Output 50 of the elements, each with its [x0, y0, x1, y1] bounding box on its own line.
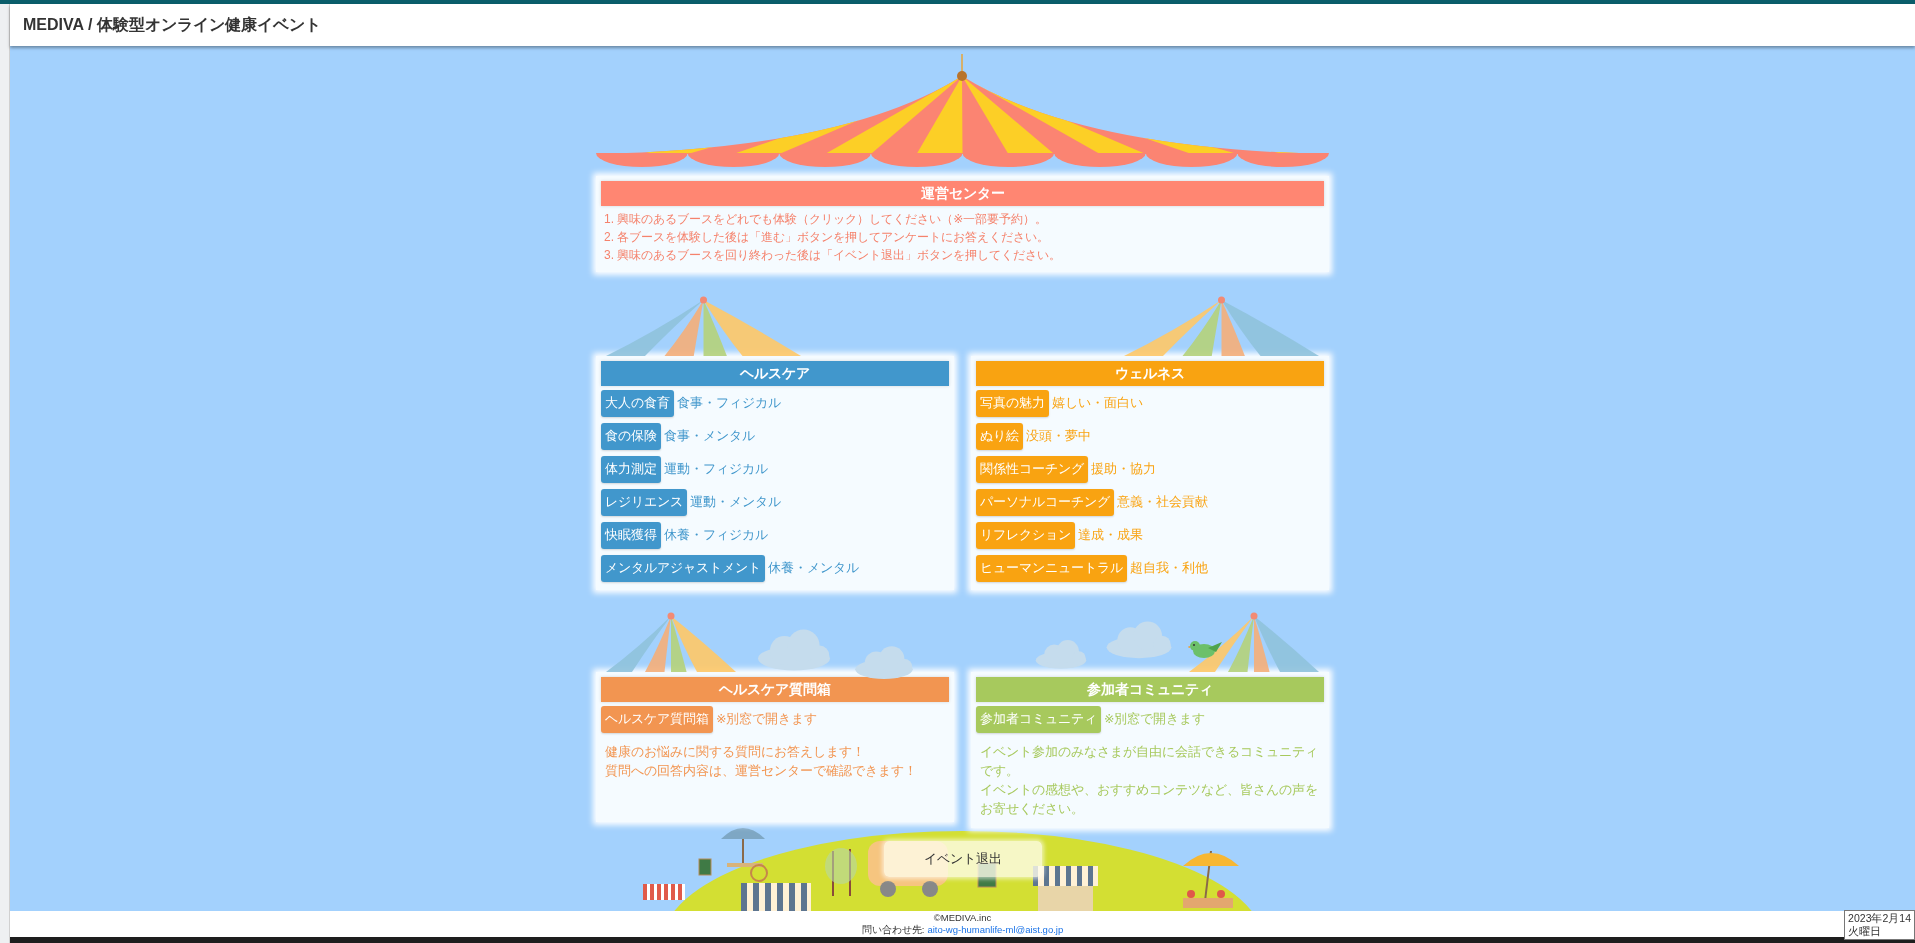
booth-link[interactable]: ヘルスケア質問箱 [601, 706, 713, 733]
booth-tags: 食事・メンタル [664, 428, 755, 445]
exit-button[interactable]: イベント退出 [883, 841, 1042, 877]
instruction-text: 3. 興味のあるブースを回り終わった後は「イベント退出」ボタンを押してください。 [604, 247, 1063, 264]
booth-link[interactable]: 快眠獲得 [601, 522, 661, 549]
booth-link[interactable]: 食の保険 [601, 423, 661, 450]
center-title: 運営センター [601, 181, 1324, 206]
booth-description: 質問への回答内容は、運営センターで確認できます！ [605, 763, 918, 780]
tooltip-text: 火曜日 [1848, 925, 1883, 938]
booth-title: ウェルネス [976, 361, 1324, 386]
booth-tags: 超自我・利他 [1130, 560, 1208, 577]
booth-link[interactable]: レジリエンス [601, 489, 687, 516]
booth-description: 健康のお悩みに関する質問にお答えします！ [605, 744, 866, 761]
booth-title: ヘルスケア [601, 361, 949, 386]
booth-link[interactable]: リフレクション [976, 522, 1075, 549]
booth-tags: 運動・フィジカル [664, 461, 768, 478]
booth-link[interactable]: メンタルアジャストメント [601, 555, 765, 582]
booth-link[interactable]: ぬり絵 [976, 423, 1023, 450]
booth-link[interactable]: 関係性コーチング [976, 456, 1088, 483]
booth-tags: 嬉しい・面白い [1052, 395, 1143, 412]
booth-tags: 意義・社会貢献 [1117, 494, 1208, 511]
booth-title: 参加者コミュニティ [976, 677, 1324, 702]
booth-tags: 達成・成果 [1078, 527, 1143, 544]
booth-tags: 援助・協力 [1091, 461, 1156, 478]
contact-label: 問い合わせ先: [861, 924, 925, 936]
new-window-note: ※別窓で開きます [1104, 711, 1206, 728]
copyright-text: ©MEDIVA.inc [933, 912, 992, 924]
booth-link[interactable]: パーソナルコーチング [976, 489, 1114, 516]
booth-tags: 休養・メンタル [768, 560, 859, 577]
booth-description: イベント参加のみなさまが自由に会話できるコミュニティです。 [980, 744, 1319, 780]
contact-link[interactable]: aito-wg-humanlife-ml@aist.go.jp [927, 924, 1064, 936]
booth-link[interactable]: ヒューマンニュートラル [976, 555, 1127, 582]
bird-icon [1188, 638, 1224, 660]
cloud-icon [852, 644, 916, 680]
page-title: MEDIVA / 体験型オンライン健康イベント [23, 14, 321, 35]
booth-tags: 休養・フィジカル [664, 527, 768, 544]
booth-title: ヘルスケア質問箱 [601, 677, 949, 702]
booth-link[interactable]: 大人の食育 [601, 390, 674, 417]
booth-link[interactable]: 参加者コミュニティ [976, 706, 1101, 733]
instruction-text: 1. 興味のあるブースをどれでも体験（クリック）してください（※一部要予約）。 [604, 211, 1049, 228]
new-window-note: ※別窓で開きます [716, 711, 818, 728]
booth-link[interactable]: 写真の魅力 [976, 390, 1049, 417]
booth-tags: 運動・メンタル [690, 494, 781, 511]
tooltip-text: 2023年2月14 [1848, 912, 1911, 925]
booth-description: イベントの感想や、おすすめコンテツなど、皆さんの声をお寄せください。 [980, 782, 1319, 818]
booth-link[interactable]: 体力測定 [601, 456, 661, 483]
instruction-text: 2. 各ブースを体験した後は「進む」ボタンを押してアンケートにお答えください。 [604, 229, 1051, 246]
booth-tags: 食事・フィジカル [677, 395, 781, 412]
booth-tags: 没頭・夢中 [1026, 428, 1091, 445]
cloud-icon [1033, 639, 1089, 670]
